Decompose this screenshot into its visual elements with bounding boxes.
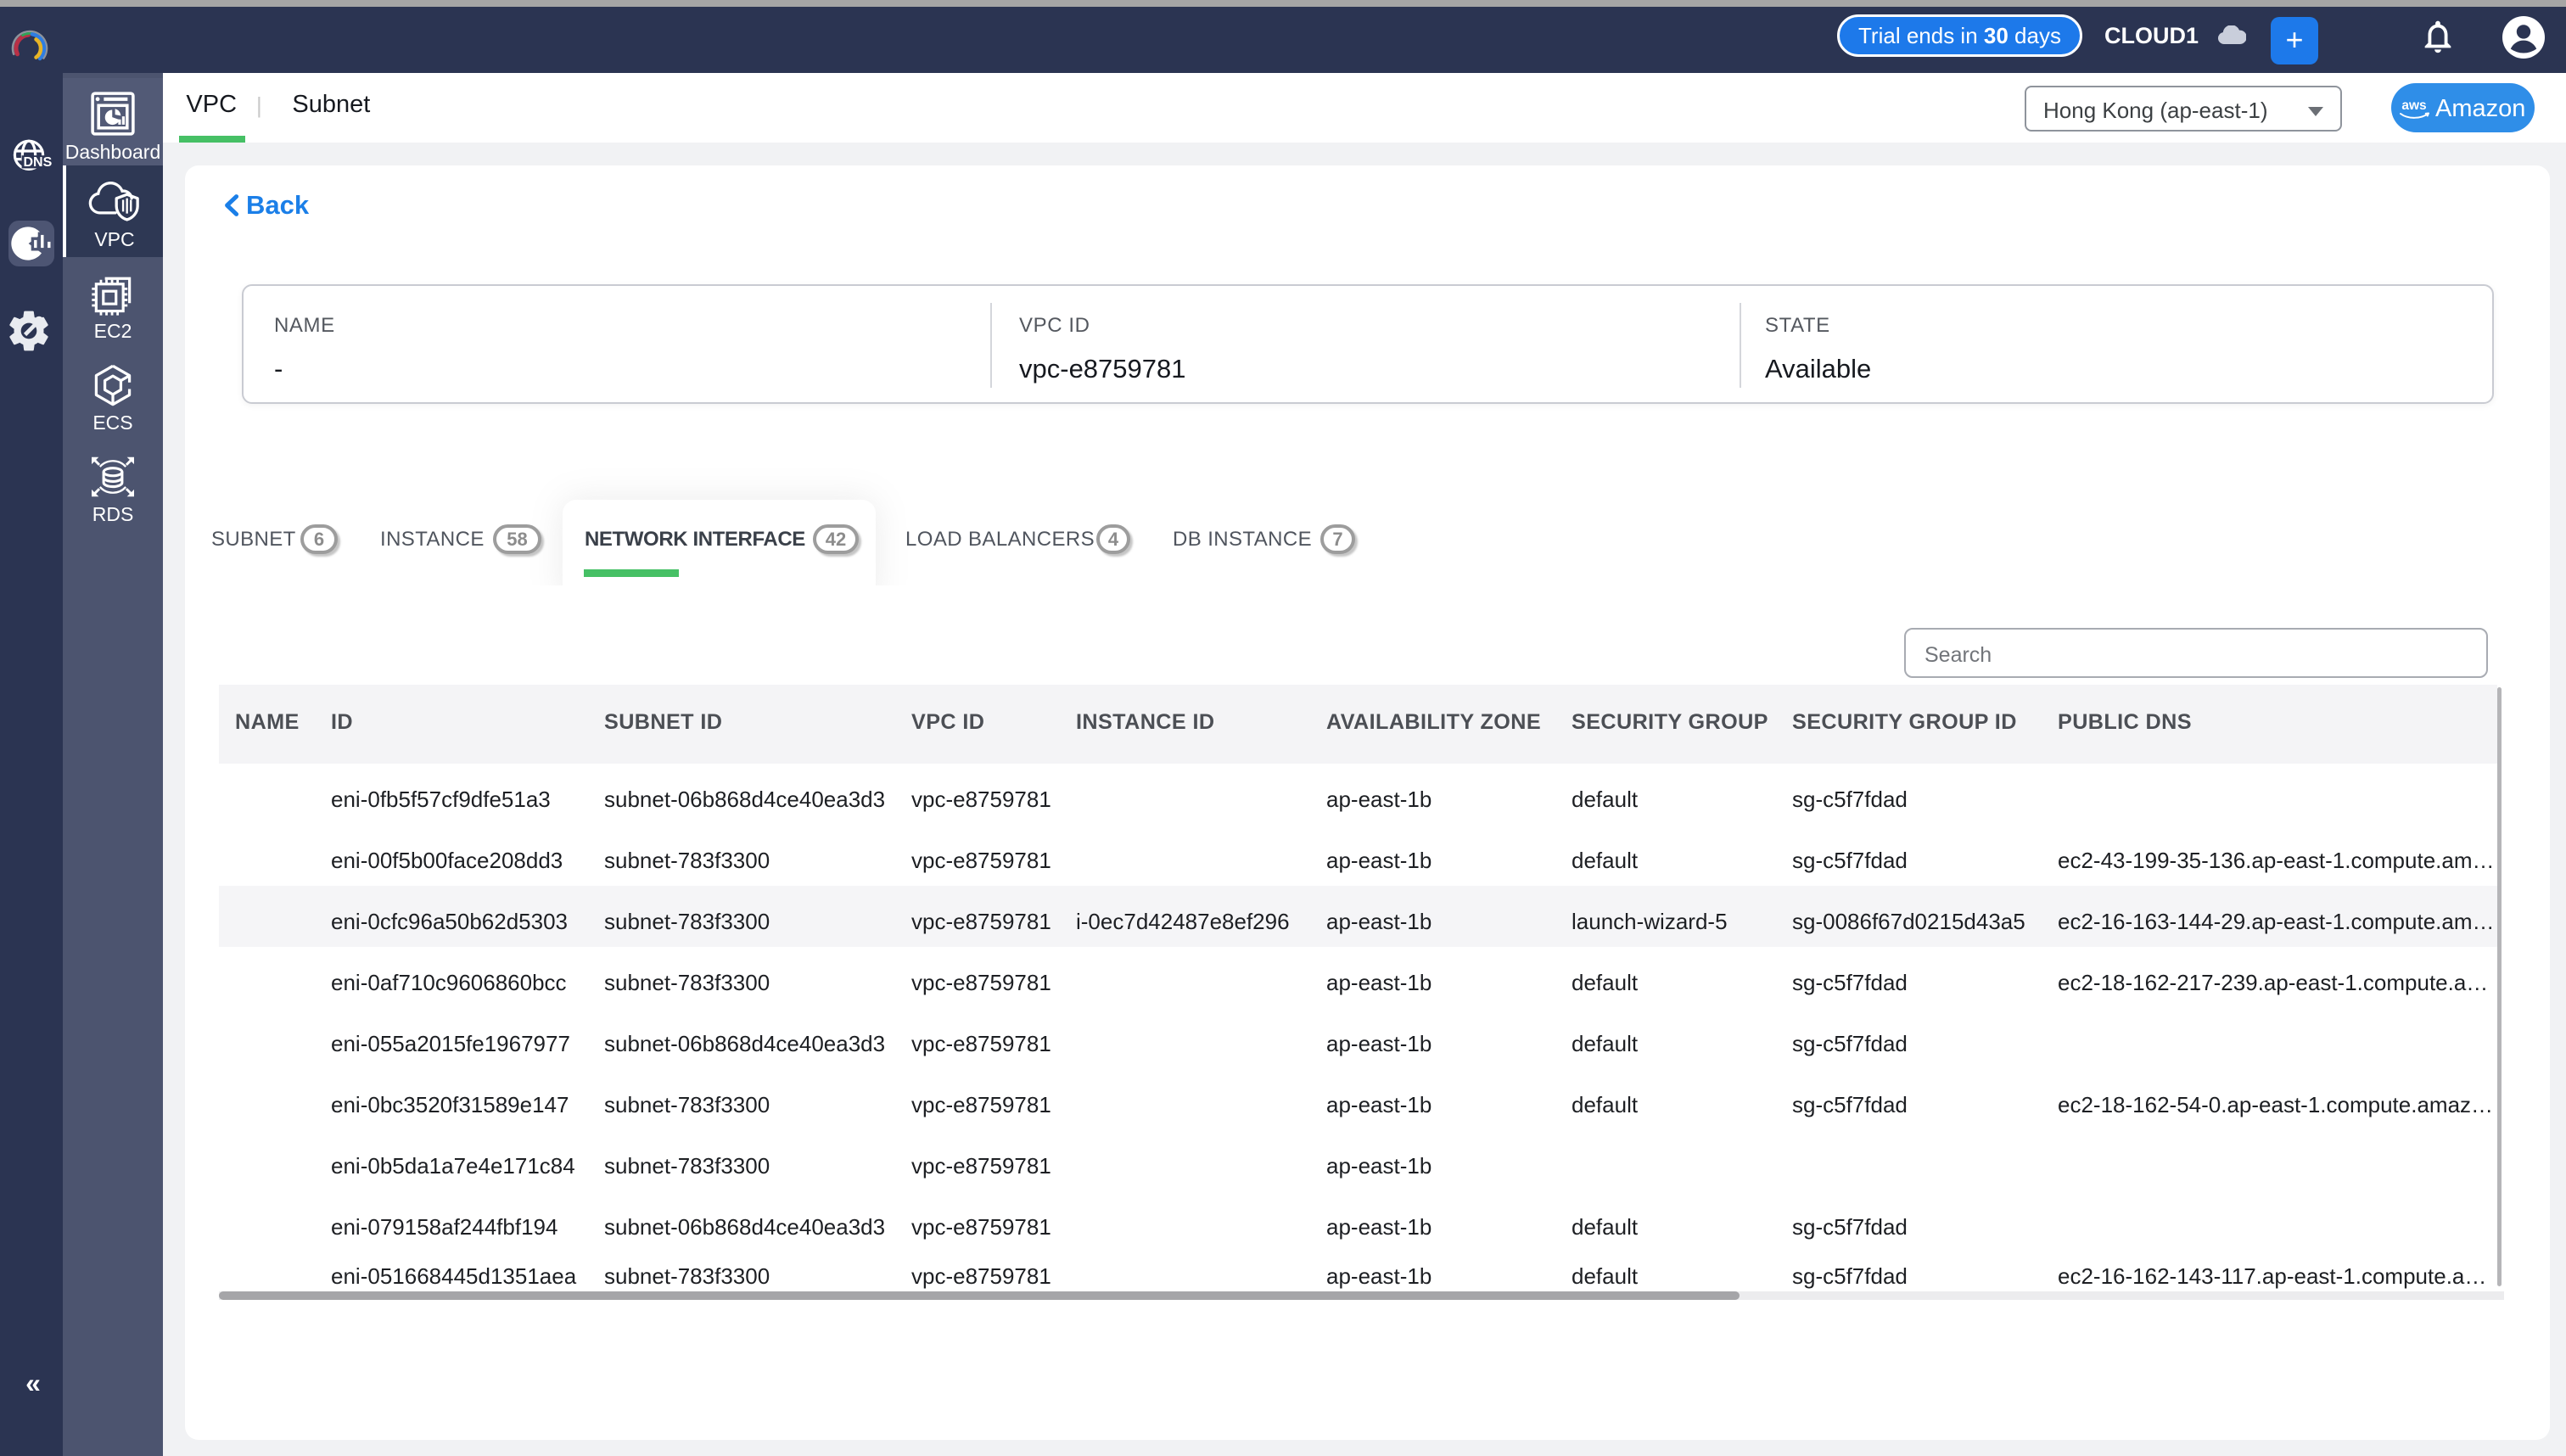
svg-text:aws: aws bbox=[2401, 98, 2426, 113]
svg-text:DNS: DNS bbox=[24, 155, 53, 170]
